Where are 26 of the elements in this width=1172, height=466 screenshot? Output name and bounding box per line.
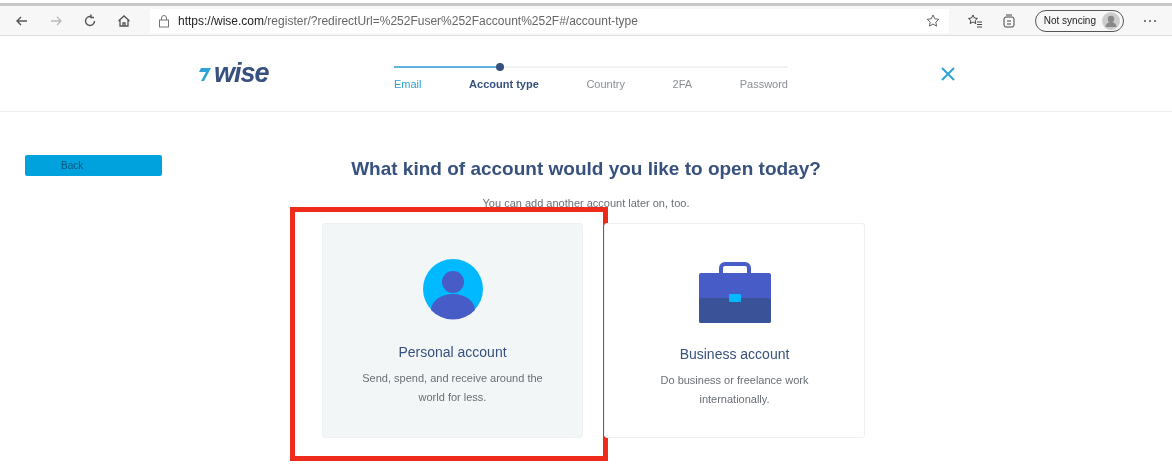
option-description: Do business or freelance work internationally. — [659, 373, 810, 407]
lock-icon — [158, 13, 170, 28]
option-title: Personal account — [398, 343, 507, 363]
account-option-card[interactable]: Personal account Send, spend, and receive around the world for less. — [322, 223, 583, 439]
avatar-icon — [1102, 11, 1120, 30]
address-bar[interactable]: https://wise.com/register/?redirectUrl=%252Fuser%252Faccount%252F#/account-type — [150, 8, 949, 33]
step-label: Account type — [469, 77, 539, 93]
favorites-icon[interactable] — [966, 12, 983, 29]
progress-dot — [496, 63, 505, 72]
logo-flag-icon — [198, 65, 212, 82]
logo-text: wise — [214, 60, 269, 87]
close-icon[interactable] — [940, 65, 956, 82]
step-label: Email — [394, 77, 422, 93]
star-icon[interactable] — [924, 12, 941, 29]
step-label: Password — [739, 77, 788, 93]
url-text: https://wise.com/register/?redirectUrl=%252Fuser%252Faccount%252F#/account-type — [178, 12, 639, 30]
page-title: What kind of account would you like to open today? — [351, 158, 821, 181]
option-description: Send, spend, and receive around the world for less. — [361, 371, 544, 405]
step-label: 2FA — [672, 77, 693, 93]
option-title: Business account — [679, 345, 790, 365]
collections-icon[interactable] — [1000, 12, 1017, 29]
step-label: Country — [586, 77, 625, 93]
page-subtitle: You can add another account later on, too. — [481, 195, 691, 211]
refresh-icon[interactable] — [82, 12, 98, 29]
account-option-card[interactable]: Business account Do business or freelance work internationally. — [604, 223, 865, 439]
person-icon — [420, 258, 485, 323]
